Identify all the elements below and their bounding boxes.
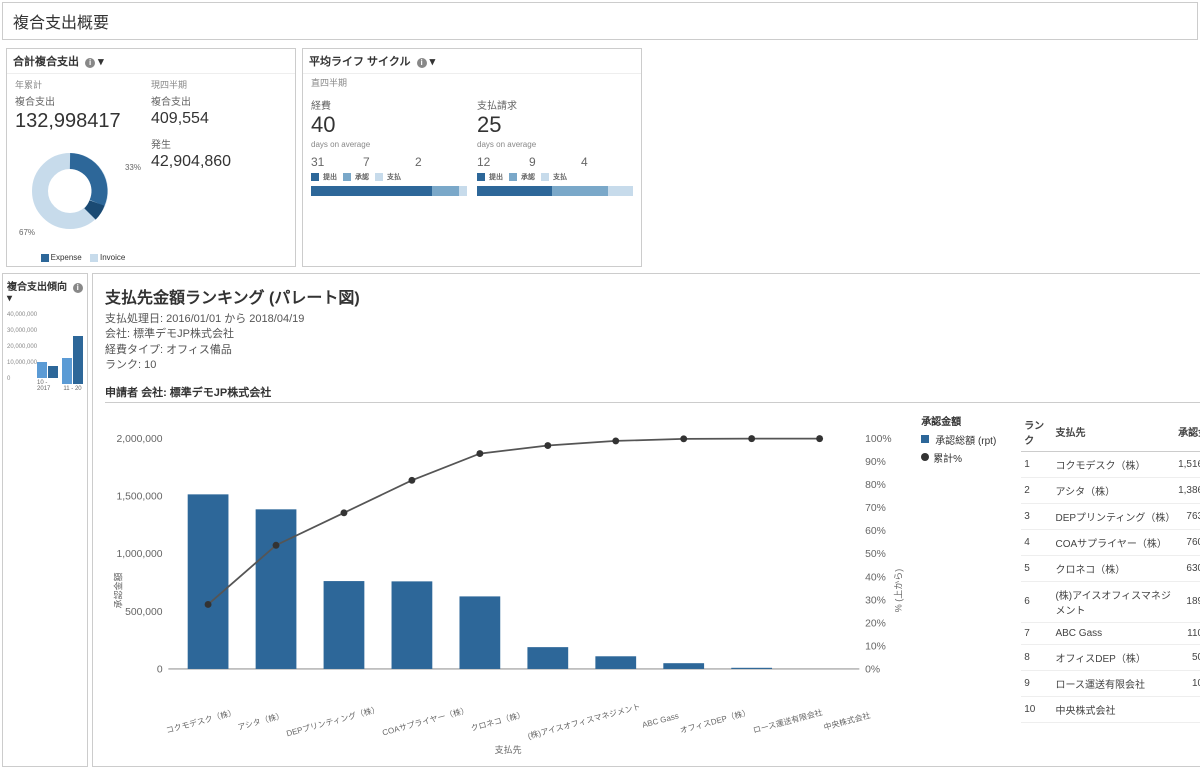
info-icon[interactable]: i	[73, 283, 83, 293]
pareto-legend: 承認金額 承認総額 (rpt) 累計%	[921, 413, 1011, 756]
accrual-name: 発生	[151, 136, 287, 151]
total-spend-title: 合計複合支出 i ▾	[7, 49, 295, 74]
avg-label2: days on average	[477, 140, 633, 149]
spend-donut-chart: 33% 67%	[15, 141, 145, 251]
x-tick: ABC Gass	[641, 711, 680, 731]
dropdown-icon[interactable]: ▾	[98, 56, 104, 68]
lifecycle-title: 平均ライフ サイクル i ▾	[303, 49, 641, 74]
x-tick: アシタ（株）	[236, 710, 285, 733]
svg-text:100%: 100%	[865, 434, 892, 445]
y-axis-title: 承認金額	[112, 573, 125, 609]
table-row: 5クロネコ（株）630,000JPY	[1021, 555, 1200, 581]
cycle-qtr-label: 直四半期	[303, 74, 641, 91]
svg-text:1,000,000: 1,000,000	[117, 549, 163, 560]
svg-text:10%: 10%	[865, 641, 886, 652]
expense-title: 経費	[311, 97, 467, 112]
expense-breakdown: 31 7 2	[311, 155, 467, 169]
pareto-meta: 支払処理日: 2016/01/01 から 2018/04/19 会社: 標準デモ…	[105, 312, 1200, 374]
expense-cycle: 経費 40 days on average 31 7 2 提出 承認 支払	[311, 95, 467, 196]
trend-y-axis: 40,000,000 30,000,000 20,000,000 10,000,…	[7, 312, 37, 382]
invoice-legend: 提出 承認 支払	[477, 172, 633, 182]
table-row: 2アシタ（株）1,386,000JPY	[1021, 477, 1200, 503]
spend-trend-card: 複合支出傾向 i ▾ 40,000,000 30,000,000 20,000,…	[2, 273, 88, 767]
svg-text:50%: 50%	[865, 549, 886, 560]
invoice-breakdown: 12 9 4	[477, 155, 633, 169]
invoice-days: 25	[477, 112, 633, 138]
avg-label: days on average	[311, 140, 467, 149]
trend-title: 複合支出傾向 i ▾	[7, 278, 83, 304]
donut-legend: Expense Invoice	[15, 253, 151, 262]
ytd-label: 年累計	[15, 78, 151, 91]
table-row: 7ABC Gass110,000JPY	[1021, 622, 1200, 644]
svg-text:40%: 40%	[865, 572, 886, 583]
pareto-title: 支払先金額ランキング (パレート図)	[105, 284, 1200, 308]
pareto-applicant: 申請者 会社: 標準デモJP株式会社	[105, 384, 1200, 403]
dropdown-icon[interactable]: ▾	[430, 56, 436, 68]
x-tick: 中央株式会社	[823, 710, 872, 733]
invoice-cycle: 支払請求 25 days on average 12 9 4 提出 承認 支払	[477, 95, 633, 196]
expense-strip	[311, 186, 467, 196]
svg-text:500,000: 500,000	[125, 606, 163, 617]
table-col: 承認金額	[1175, 413, 1200, 452]
ytd-value: 132,998417	[15, 110, 151, 133]
pareto-card: 支払先金額ランキング (パレート図) 支払処理日: 2016/01/01 から …	[92, 273, 1200, 767]
qtr-value: 409,554	[151, 110, 287, 128]
svg-text:20%: 20%	[865, 618, 886, 629]
page-title: 複合支出概要	[2, 2, 1198, 40]
svg-text:0%: 0%	[865, 664, 880, 675]
svg-text:60%: 60%	[865, 526, 886, 537]
invoice-strip	[477, 186, 633, 196]
svg-text:30%: 30%	[865, 595, 886, 606]
lifecycle-card: 平均ライフ サイクル i ▾ 直四半期 経費 40 days on averag…	[302, 48, 642, 267]
rank-table: ランク支払先承認金額通貨 1コクモデスク（株）1,516,000JPY2アシタ（…	[1021, 413, 1200, 723]
info-icon[interactable]: i	[417, 58, 427, 68]
table-col: 支払先	[1052, 413, 1175, 452]
dropdown-icon[interactable]: ▾	[7, 293, 12, 304]
svg-text:80%: 80%	[865, 480, 886, 491]
table-row: 8オフィスDEP（株）50,000JPY	[1021, 644, 1200, 670]
expense-legend: 提出 承認 支払	[311, 172, 467, 182]
table-row: 6(株)アイスオフィスマネジメント189,400JPY	[1021, 581, 1200, 622]
accrual-value: 42,904,860	[151, 153, 287, 171]
qtr-name: 複合支出	[151, 93, 287, 108]
table-row: 9ロース運送有限会社10,000JPY	[1021, 670, 1200, 696]
x-axis-title: 支払先	[105, 743, 911, 756]
svg-text:1,500,000: 1,500,000	[117, 491, 163, 502]
ytd-name: 複合支出	[15, 93, 151, 108]
table-row: 3DEPプリンティング（株）763,000JPY	[1021, 503, 1200, 529]
table-row: 1コクモデスク（株）1,516,000JPY	[1021, 451, 1200, 477]
invoice-title: 支払請求	[477, 97, 633, 112]
pareto-svg: 2,000,000 1,500,000 1,000,000 500,000 0 …	[105, 413, 911, 713]
y2-axis-title: % (上から)	[891, 569, 904, 613]
x-axis-labels: コクモデスク（株）アシタ（株）DEPプリンティング（株）COAサプライヤー（株）…	[165, 716, 871, 727]
pareto-chart: 承認金額 % (上から) 2,000,000 1,500,000 1,000,0…	[105, 413, 911, 756]
table-col: ランク	[1021, 413, 1052, 452]
donut-pct-a: 33%	[125, 163, 141, 172]
qtr-label: 現四半期	[151, 78, 287, 91]
rank-table-wrap: ランク支払先承認金額通貨 1コクモデスク（株）1,516,000JPY2アシタ（…	[1021, 413, 1200, 756]
total-spend-card: 合計複合支出 i ▾ 年累計 複合支出 132,998417 33% 67%	[6, 48, 296, 267]
info-icon[interactable]: i	[85, 58, 95, 68]
svg-text:0: 0	[157, 664, 163, 675]
table-row: 10中央株式会社100JPY	[1021, 696, 1200, 722]
svg-text:90%: 90%	[865, 457, 886, 468]
svg-text:2,000,000: 2,000,000	[117, 434, 163, 445]
table-row: 4COAサプライヤー（株）760,500JPY	[1021, 529, 1200, 555]
svg-text:70%: 70%	[865, 503, 886, 514]
trend-bars: 10 - 2017 11 - 20	[37, 312, 83, 392]
expense-days: 40	[311, 112, 467, 138]
donut-pct-b: 67%	[19, 228, 35, 237]
